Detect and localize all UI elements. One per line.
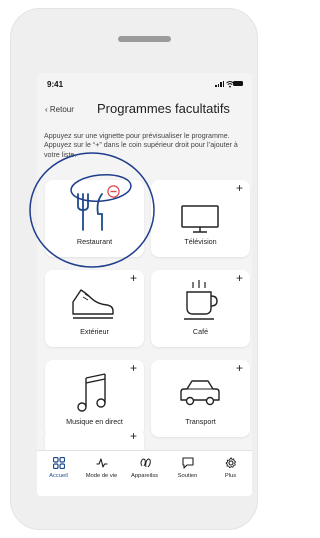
tab-bar: Accueil Mode de vie Appareilss Soutien P…: [37, 450, 252, 496]
status-time: 9:41: [47, 80, 64, 89]
tab-plus[interactable]: Plus: [209, 457, 252, 495]
tile-label: Extérieur: [80, 327, 109, 336]
signal-icon: [215, 81, 224, 87]
tab-appareils[interactable]: Appareilss: [123, 457, 166, 495]
program-tile-exterieur[interactable]: + Extérieur: [45, 270, 144, 347]
phone-speaker: [118, 36, 171, 42]
status-icons: [215, 80, 243, 88]
program-tile-restaurant[interactable]: Restaurant: [45, 180, 144, 257]
restaurant-icon: [77, 193, 103, 231]
grid-icon: [52, 457, 65, 469]
add-program-button[interactable]: +: [236, 362, 243, 374]
chevron-left-icon: ‹: [45, 105, 48, 114]
add-program-button[interactable]: +: [130, 272, 137, 284]
back-button[interactable]: ‹ Retour: [45, 105, 74, 114]
tab-mode-de-vie[interactable]: Mode de vie: [80, 457, 123, 495]
instructions-text: Appuyez sur une vignette pour prévisuali…: [44, 132, 238, 159]
tab-accueil[interactable]: Accueil: [37, 457, 80, 495]
add-program-button[interactable]: +: [130, 362, 137, 374]
tab-label: Mode de vie: [85, 473, 118, 479]
tile-label: Musique en direct: [66, 417, 123, 426]
page-title: Programmes facultatifs: [97, 101, 230, 116]
gear-icon: [225, 457, 236, 469]
remove-icon[interactable]: [107, 185, 120, 198]
program-tile-musique-en-direct[interactable]: + Musique en direct: [45, 360, 144, 437]
program-tile-television[interactable]: + Télévision: [151, 180, 250, 257]
tile-label: Télévision: [184, 237, 217, 246]
activity-icon: [96, 458, 107, 468]
battery-icon: [233, 81, 243, 86]
program-tile-transport[interactable]: + Transport: [151, 360, 250, 437]
tab-label: Soutien: [177, 473, 198, 479]
tab-label: Accueil: [49, 473, 68, 479]
tab-label: Appareilss: [130, 473, 159, 479]
tile-label: Café: [192, 327, 209, 336]
chat-icon: [181, 457, 194, 469]
status-bar: 9:41: [45, 78, 245, 92]
tile-label: Restaurant: [76, 237, 113, 246]
add-program-button[interactable]: +: [236, 272, 243, 284]
tab-soutien[interactable]: Soutien: [166, 457, 209, 495]
program-tile-cafe[interactable]: + Café: [151, 270, 250, 347]
tile-label: Transport: [185, 417, 216, 426]
navigation-bar: ‹ Retour Programmes facultatifs: [45, 100, 245, 120]
tab-label: Plus: [224, 473, 237, 479]
add-program-button[interactable]: +: [236, 182, 243, 194]
hearing-aids-icon: [140, 458, 151, 468]
add-program-button[interactable]: +: [130, 430, 137, 442]
phone-frame: 9:41 ‹ Retour Programmes facultatifs App: [10, 8, 258, 530]
back-label: Retour: [49, 105, 74, 114]
app-screen: 9:41 ‹ Retour Programmes facultatifs App: [37, 73, 252, 496]
